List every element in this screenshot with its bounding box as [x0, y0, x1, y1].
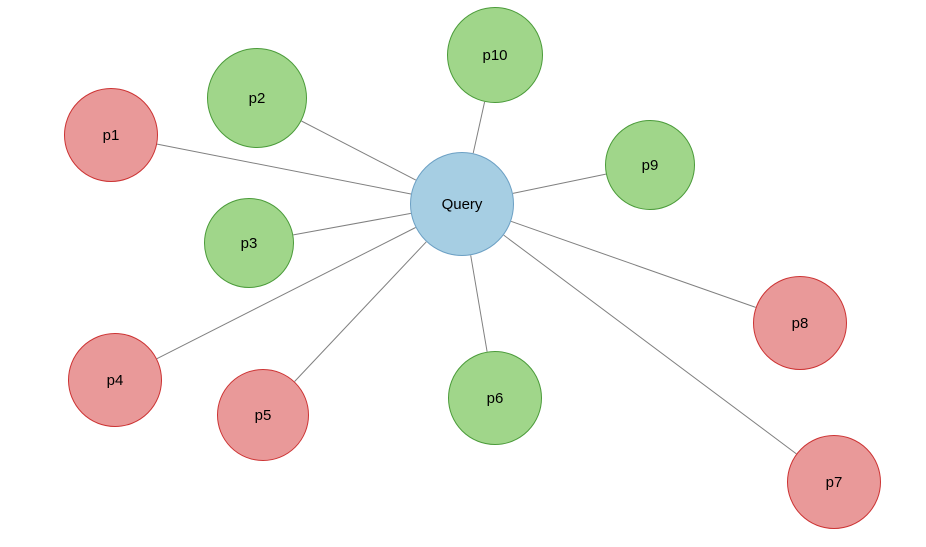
- node-label: p1: [103, 127, 120, 144]
- edge-p1: [157, 144, 411, 194]
- node-label: p10: [482, 47, 507, 64]
- edge-p6: [471, 255, 487, 351]
- node-p1: p1: [64, 88, 158, 182]
- node-p7: p7: [787, 435, 881, 529]
- edge-p7: [504, 235, 797, 454]
- node-label: Query: [442, 196, 483, 213]
- edge-p8: [511, 221, 756, 307]
- node-label: p9: [642, 157, 659, 174]
- node-p5: p5: [217, 369, 309, 461]
- edge-p5: [295, 242, 427, 382]
- node-label: p6: [487, 390, 504, 407]
- edge-p3: [293, 213, 411, 235]
- node-label: p4: [107, 372, 124, 389]
- node-label: p8: [792, 315, 809, 332]
- node-label: p3: [241, 235, 258, 252]
- node-label: p2: [249, 90, 266, 107]
- node-p4: p4: [68, 333, 162, 427]
- node-p10: p10: [447, 7, 543, 103]
- node-label: p5: [255, 407, 272, 424]
- node-label: p7: [826, 474, 843, 491]
- node-p6: p6: [448, 351, 542, 445]
- node-p2: p2: [207, 48, 307, 148]
- node-p3: p3: [204, 198, 294, 288]
- edge-p9: [513, 174, 606, 193]
- node-p8: p8: [753, 276, 847, 370]
- edge-p2: [301, 121, 415, 180]
- edge-p10: [473, 102, 484, 153]
- node-query: Query: [410, 152, 514, 256]
- node-p9: p9: [605, 120, 695, 210]
